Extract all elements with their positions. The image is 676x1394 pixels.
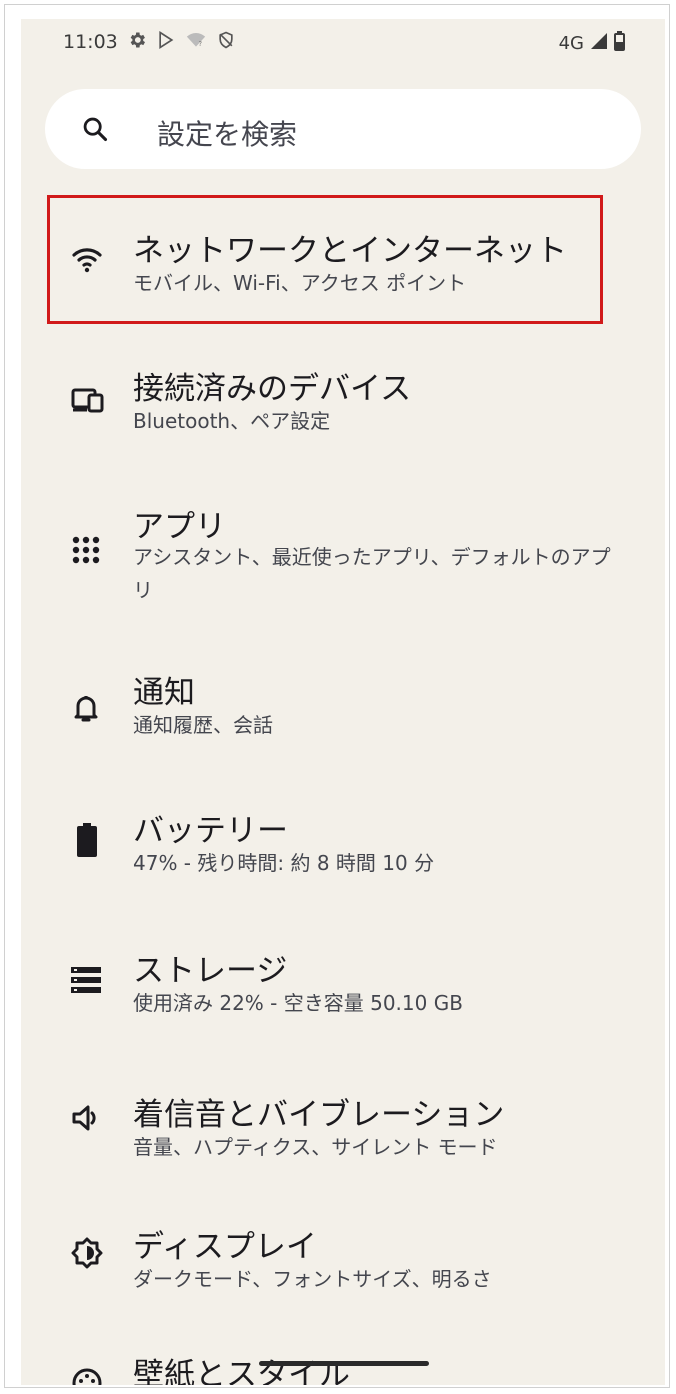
settings-item-sound[interactable]: 着信音とバイブレーション 音量、ハプティクス、サイレント モード	[21, 1065, 665, 1185]
volume-icon	[71, 1103, 103, 1137]
devices-icon	[71, 387, 105, 417]
settings-item-battery[interactable]: バッテリー 47% - 残り時間: 約 8 時間 10 分	[21, 787, 665, 907]
display-icon	[71, 1237, 103, 1273]
status-bar: 11:03 ? 4G	[21, 19, 665, 67]
item-subtitle: 通知履歴、会話	[133, 713, 273, 737]
item-subtitle: 47% - 残り時間: 約 8 時間 10 分	[133, 851, 435, 875]
item-title: 接続済みのデバイス	[133, 371, 412, 407]
search-bar[interactable]: 設定を検索	[45, 89, 641, 169]
item-subtitle: ダークモード、フォントサイズ、明るさ	[133, 1267, 492, 1291]
screenshot-frame: 11:03 ? 4G 設定を検索 ネットワークとインターネット モバイル、Wi-…	[4, 4, 670, 1388]
signal-icon	[590, 32, 608, 54]
item-title: ストレージ	[133, 953, 288, 989]
wifi-icon	[71, 245, 103, 277]
item-title: アプリ	[133, 509, 226, 545]
search-icon	[81, 115, 109, 147]
settings-screen: 11:03 ? 4G 設定を検索 ネットワークとインターネット モバイル、Wi-…	[21, 19, 665, 1385]
item-title: 壁紙とスタイル	[133, 1357, 350, 1385]
settings-item-apps[interactable]: アプリ アシスタント、最近使ったアプリ、デフォルトのアプリ	[21, 479, 665, 619]
bell-icon	[71, 693, 101, 727]
status-right: 4G	[559, 31, 625, 55]
item-subtitle: 音量、ハプティクス、サイレント モード	[133, 1135, 498, 1159]
item-title: ディスプレイ	[133, 1229, 317, 1265]
battery-icon	[77, 823, 97, 861]
svg-text:?: ?	[199, 40, 203, 48]
item-subtitle: 使用済み 22% - 空き容量 50.10 GB	[133, 991, 463, 1015]
palette-icon	[71, 1367, 103, 1385]
home-indicator[interactable]	[259, 1361, 429, 1366]
item-title: 通知	[133, 675, 195, 711]
settings-item-connected-devices[interactable]: 接続済みのデバイス Bluetooth、ペア設定	[21, 339, 665, 459]
wifi-off-icon: ?	[185, 30, 207, 50]
status-time: 11:03	[63, 31, 118, 53]
status-icons-left: ?	[127, 30, 236, 50]
search-placeholder: 設定を検索	[157, 118, 298, 151]
play-store-icon	[156, 30, 176, 50]
apps-grid-icon	[71, 535, 101, 569]
gear-icon	[127, 30, 147, 50]
item-title: 着信音とバイブレーション	[133, 1097, 505, 1133]
storage-icon	[71, 967, 101, 997]
item-subtitle: モバイル、Wi-Fi、アクセス ポイント	[133, 271, 467, 295]
item-subtitle: Bluetooth、ペア設定	[133, 409, 331, 433]
shield-icon	[216, 30, 236, 50]
item-subtitle: アシスタント、最近使ったアプリ、デフォルトのアプリ	[133, 545, 611, 602]
battery-icon	[614, 31, 625, 55]
settings-item-storage[interactable]: ストレージ 使用済み 22% - 空き容量 50.10 GB	[21, 925, 665, 1045]
settings-item-display[interactable]: ディスプレイ ダークモード、フォントサイズ、明るさ	[21, 1205, 665, 1325]
item-title: バッテリー	[133, 813, 288, 849]
settings-item-network[interactable]: ネットワークとインターネット モバイル、Wi-Fi、アクセス ポイント	[21, 195, 665, 324]
network-type: 4G	[558, 32, 584, 54]
settings-item-notifications[interactable]: 通知 通知履歴、会話	[21, 647, 665, 767]
item-title: ネットワークとインターネット	[133, 233, 567, 269]
